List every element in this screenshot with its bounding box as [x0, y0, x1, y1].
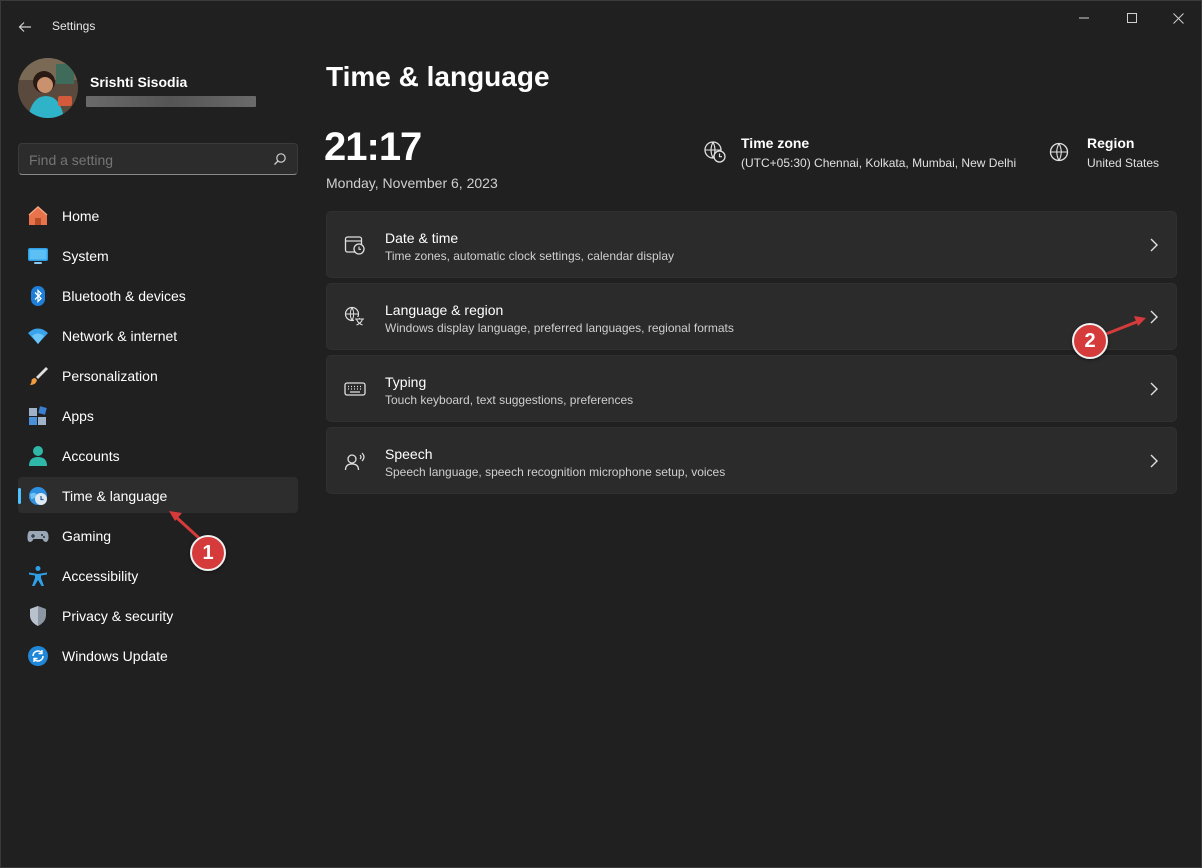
current-date: Monday, November 6, 2023 [326, 175, 498, 191]
sidebar-item-windows-update[interactable]: Windows Update [18, 637, 298, 673]
annotation-badge-1: 1 [190, 535, 226, 571]
minimize-button[interactable] [1062, 5, 1106, 31]
card-language-region[interactable]: Language & region Windows display langua… [326, 283, 1177, 350]
chevron-right-icon [1148, 453, 1160, 469]
sidebar-item-time-language[interactable]: Time & language [18, 477, 298, 513]
search-box[interactable] [18, 143, 298, 175]
sidebar-item-apps[interactable]: Apps [18, 397, 298, 433]
brush-icon [27, 365, 49, 387]
card-description: Touch keyboard, text suggestions, prefer… [385, 393, 633, 407]
chevron-right-icon [1148, 381, 1160, 397]
monitor-icon [27, 245, 49, 267]
sidebar-item-gaming[interactable]: Gaming [18, 517, 298, 553]
person-icon [27, 445, 49, 467]
card-description: Time zones, automatic clock settings, ca… [385, 249, 674, 263]
wifi-icon [27, 325, 49, 347]
search-icon [273, 152, 287, 166]
user-profile[interactable]: Srishti Sisodia [18, 58, 298, 122]
globe-clock-outline-icon [703, 140, 727, 164]
settings-cards: Date & time Time zones, automatic clock … [326, 211, 1177, 499]
time-zone-title: Time zone [741, 135, 809, 151]
arrow-left-icon [18, 20, 32, 34]
globe-icon [1049, 140, 1073, 164]
card-description: Speech language, speech recognition micr… [385, 465, 725, 479]
card-description: Windows display language, preferred lang… [385, 321, 734, 335]
shield-icon [27, 605, 49, 627]
back-button[interactable] [11, 13, 39, 41]
home-icon [27, 205, 49, 227]
globe-clock-icon [27, 485, 49, 507]
sidebar-item-network[interactable]: Network & internet [18, 317, 298, 353]
settings-window: Settings Srishti Sisodia [0, 0, 1202, 868]
sidebar-item-bluetooth[interactable]: Bluetooth & devices [18, 277, 298, 313]
sidebar-item-accessibility[interactable]: Accessibility [18, 557, 298, 593]
sidebar-item-personalization[interactable]: Personalization [18, 357, 298, 393]
region-info: Region United States [1049, 134, 1179, 174]
sidebar-nav: Home System Bluetooth & devices Network … [18, 197, 298, 677]
user-email-redacted [86, 96, 256, 107]
accessibility-icon [27, 565, 49, 587]
avatar [18, 58, 78, 118]
calendar-clock-icon [344, 234, 366, 256]
region-value: United States [1087, 156, 1159, 170]
minimize-icon [1079, 13, 1089, 23]
maximize-button[interactable] [1110, 5, 1154, 31]
bluetooth-icon [27, 285, 49, 307]
card-speech[interactable]: Speech Speech language, speech recogniti… [326, 427, 1177, 494]
page-title: Time & language [326, 61, 550, 93]
app-title: Settings [52, 19, 95, 33]
region-title: Region [1087, 135, 1134, 151]
chevron-right-icon [1148, 237, 1160, 253]
sidebar-item-privacy-security[interactable]: Privacy & security [18, 597, 298, 633]
annotation-badge-2: 2 [1072, 323, 1108, 359]
card-title: Language & region [385, 302, 503, 318]
card-title: Typing [385, 374, 426, 390]
user-name: Srishti Sisodia [90, 74, 187, 90]
current-time: 21:17 [324, 125, 421, 170]
speech-icon [344, 450, 366, 472]
card-title: Date & time [385, 230, 458, 246]
chevron-right-icon [1148, 309, 1160, 325]
title-bar: Settings [1, 1, 1201, 51]
keyboard-icon [344, 378, 366, 400]
maximize-icon [1127, 13, 1137, 23]
card-date-time[interactable]: Date & time Time zones, automatic clock … [326, 211, 1177, 278]
time-zone-info: Time zone (UTC+05:30) Chennai, Kolkata, … [703, 134, 1023, 174]
sidebar-item-system[interactable]: System [18, 237, 298, 273]
update-icon [27, 645, 49, 667]
sidebar-item-home[interactable]: Home [18, 197, 298, 233]
card-typing[interactable]: Typing Touch keyboard, text suggestions,… [326, 355, 1177, 422]
card-title: Speech [385, 446, 432, 462]
search-input[interactable] [29, 152, 259, 168]
language-icon [344, 306, 366, 328]
time-zone-value: (UTC+05:30) Chennai, Kolkata, Mumbai, Ne… [741, 156, 1016, 170]
apps-icon [27, 405, 49, 427]
sidebar-item-accounts[interactable]: Accounts [18, 437, 298, 473]
gamepad-icon [27, 525, 49, 547]
close-icon [1173, 13, 1184, 24]
close-button[interactable] [1156, 5, 1200, 31]
